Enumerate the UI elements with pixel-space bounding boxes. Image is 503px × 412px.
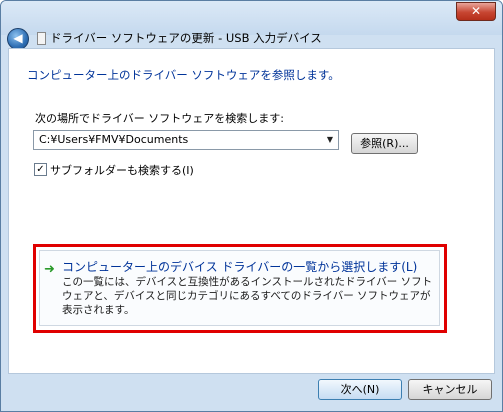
subfolder-label: サブフォルダーも検索する(I) — [50, 164, 194, 177]
close-button[interactable]: ✕ — [456, 2, 496, 21]
search-location-label: 次の場所でドライバー ソフトウェアを検索します: — [35, 112, 284, 125]
page-heading: コンピューター上のドライバー ソフトウェアを参照します。 — [27, 68, 340, 82]
back-arrow-icon: ◀ — [13, 31, 23, 45]
dropdown-arrow-icon[interactable]: ▼ — [322, 131, 338, 149]
back-button[interactable]: ◀ — [7, 28, 29, 50]
next-button[interactable]: 次へ(N) — [318, 379, 402, 400]
device-icon — [37, 32, 46, 45]
driver-list-option-title[interactable]: コンピューター上のデバイス ドライバーの一覧から選択します(L) — [62, 258, 417, 275]
window-title: ドライバー ソフトウェアの更新 - USB 入力デバイス — [50, 31, 322, 45]
close-icon: ✕ — [470, 4, 482, 18]
driver-list-option-description: この一覧には、デバイスと互換性があるインストールされたドライバー ソフトウェアと… — [62, 276, 433, 316]
path-combobox[interactable]: C:¥Users¥FMV¥Documents ▼ — [33, 130, 339, 150]
path-value: C:¥Users¥FMV¥Documents — [39, 133, 189, 146]
cancel-button[interactable]: キャンセル — [408, 379, 492, 400]
subfolder-checkbox[interactable]: ✓ — [34, 163, 47, 176]
browse-button[interactable]: 参照(R)... — [351, 133, 418, 154]
green-arrow-icon: ➜ — [44, 262, 55, 277]
